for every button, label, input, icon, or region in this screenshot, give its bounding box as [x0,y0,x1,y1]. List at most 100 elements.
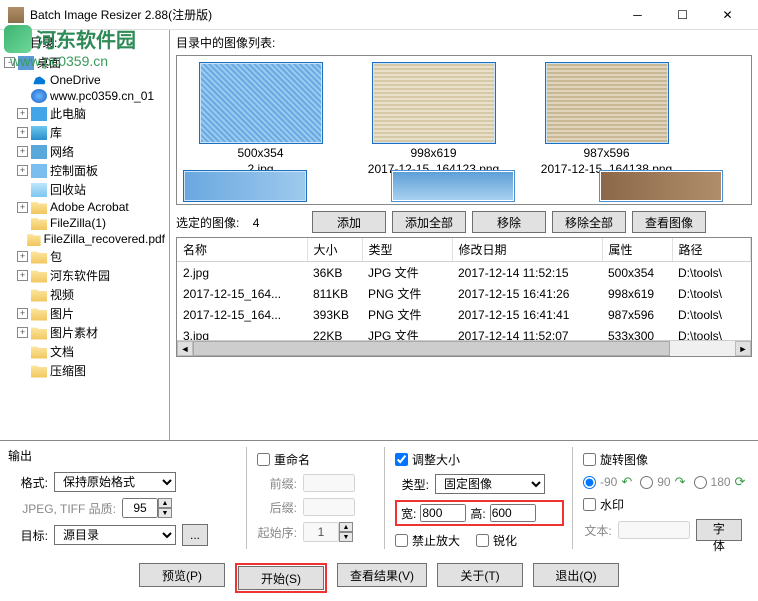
quality-input[interactable] [122,498,158,518]
suffix-label: 后缀: [257,499,297,516]
tree-item[interactable]: +此电脑 [2,104,167,123]
minimize-button[interactable]: ─ [615,0,660,29]
folder-icon [31,250,47,264]
rot-90p-radio[interactable] [640,476,653,489]
rot-180-radio[interactable] [694,476,707,489]
tree-expand-icon[interactable]: + [17,146,28,157]
about-button[interactable]: 关于(T) [437,563,523,587]
folder-icon [31,73,47,87]
col-date[interactable]: 修改日期 [452,238,602,262]
tree-expand-icon[interactable]: + [17,108,28,119]
tree-item[interactable]: FileZilla(1) [2,215,167,231]
tree-item[interactable]: 压缩图 [2,361,167,380]
height-input[interactable] [490,504,536,522]
remove-all-button[interactable]: 移除全部 [552,211,626,233]
rotate-ccw-icon: ↶ [621,474,632,490]
add-button[interactable]: 添加 [312,211,386,233]
rot-90n-radio[interactable] [583,476,596,489]
tree-expand-icon[interactable]: + [17,251,28,262]
tree-expand-icon[interactable]: + [17,202,28,213]
tree-item[interactable]: + 图片素材 [2,323,167,342]
tree-item[interactable]: 视频 [2,285,167,304]
tree-item[interactable]: +Adobe Acrobat [2,199,167,215]
horizontal-scrollbar[interactable]: ◄ ► [177,340,751,356]
col-size[interactable]: 大小 [307,238,362,262]
maximize-button[interactable]: ☐ [660,0,705,29]
folder-tree-panel[interactable]: 选择目录: -桌面OneDrivewww.pc0359.cn_01+此电脑+库+… [0,30,170,440]
format-select[interactable]: 保持原始格式 [54,472,176,492]
col-attr[interactable]: 属性 [602,238,672,262]
tree-label: 图片素材 [50,324,98,341]
col-name[interactable]: 名称 [177,238,307,262]
tree-item[interactable]: 文档 [2,342,167,361]
preview-button[interactable]: 预览(P) [139,563,225,587]
tree-item[interactable]: +库 [2,123,167,142]
remove-button[interactable]: 移除 [472,211,546,233]
tree-expand-icon[interactable]: + [17,270,28,281]
width-input[interactable] [420,504,466,522]
scroll-left-icon[interactable]: ◄ [177,341,193,356]
sharpen-checkbox[interactable] [476,534,489,547]
thumbnail-item[interactable] [391,170,515,202]
tree-expand-icon[interactable]: - [4,57,15,68]
titlebar[interactable]: Batch Image Resizer 2.88(注册版) ─ ☐ ✕ [0,0,758,30]
thumbnail-item[interactable] [372,62,496,144]
table-row[interactable]: 2017-12-15_164...393KBPNG 文件2017-12-15 1… [177,304,751,325]
scroll-right-icon[interactable]: ► [735,341,751,356]
spin-down-icon[interactable]: ▼ [158,508,172,518]
thumbnail-item[interactable] [545,62,669,144]
rename-checkbox[interactable] [257,453,270,466]
exit-button[interactable]: 退出(Q) [533,563,619,587]
browse-button[interactable]: ... [182,524,208,546]
tree-item[interactable]: OneDrive [2,72,167,88]
tree-expand-icon[interactable]: + [17,308,28,319]
tree-expand-icon[interactable]: + [17,165,28,176]
thumbnail-item[interactable] [599,170,723,202]
tree-label: 图片 [50,305,74,322]
view-image-button[interactable]: 查看图像 [632,211,706,233]
tree-item[interactable]: -桌面 [2,53,167,72]
table-row[interactable]: 2.jpg36KBJPG 文件2017-12-14 11:52:15500x35… [177,262,751,284]
file-table[interactable]: 名称 大小 类型 修改日期 属性 路径 2.jpg36KBJPG 文件2017-… [176,237,752,357]
dest-select[interactable]: 源目录 [54,525,176,545]
col-path[interactable]: 路径 [672,238,751,262]
rotate-checkbox[interactable] [583,453,596,466]
wm-text-input[interactable] [618,521,690,539]
resize-type-select[interactable]: 固定图像 [435,474,545,494]
start-button[interactable]: 开始(S) [238,566,324,590]
output-section-title: 输出 [8,447,238,464]
tree-item[interactable]: FileZilla_recovered.pdf [2,231,167,247]
spin-down-icon[interactable]: ▼ [339,532,353,542]
table-row[interactable]: 2017-12-15_164...811KBPNG 文件2017-12-15 1… [177,283,751,304]
selected-label: 选定的图像: [176,216,239,230]
thumbnail-item[interactable] [183,170,307,202]
scroll-thumb[interactable] [193,341,670,356]
tree-expand-icon[interactable]: + [17,327,28,338]
spin-up-icon[interactable]: ▲ [339,522,353,532]
tree-item[interactable]: +控制面板 [2,161,167,180]
no-enlarge-checkbox[interactable] [395,534,408,547]
thumbnail-item[interactable] [199,62,323,144]
tree-item[interactable]: www.pc0359.cn_01 [2,88,167,104]
tree-item[interactable]: +包 [2,247,167,266]
spin-up-icon[interactable]: ▲ [158,498,172,508]
col-type[interactable]: 类型 [362,238,452,262]
prefix-input[interactable] [303,474,355,492]
close-button[interactable]: ✕ [705,0,750,29]
tree-item[interactable]: 回收站 [2,180,167,199]
type-label: 类型: [395,476,429,493]
sidebar-title: 选择目录: [2,32,167,53]
add-all-button[interactable]: 添加全部 [392,211,466,233]
start-input[interactable] [303,522,339,542]
watermark-checkbox[interactable] [583,498,596,511]
tree-item[interactable]: +河东软件园 [2,266,167,285]
resize-checkbox[interactable] [395,453,408,466]
view-result-button[interactable]: 查看结果(V) [337,563,427,587]
suffix-input[interactable] [303,498,355,516]
tree-item[interactable]: +网络 [2,142,167,161]
font-button[interactable]: 字体 [696,519,742,541]
tree-expand-icon[interactable]: + [17,127,28,138]
tree-item[interactable]: + 图片 [2,304,167,323]
prefix-label: 前缀: [257,475,297,492]
thumbnail-panel[interactable]: 500x3542.jpg 998x6192017-12-15_164123.pn… [176,55,752,205]
